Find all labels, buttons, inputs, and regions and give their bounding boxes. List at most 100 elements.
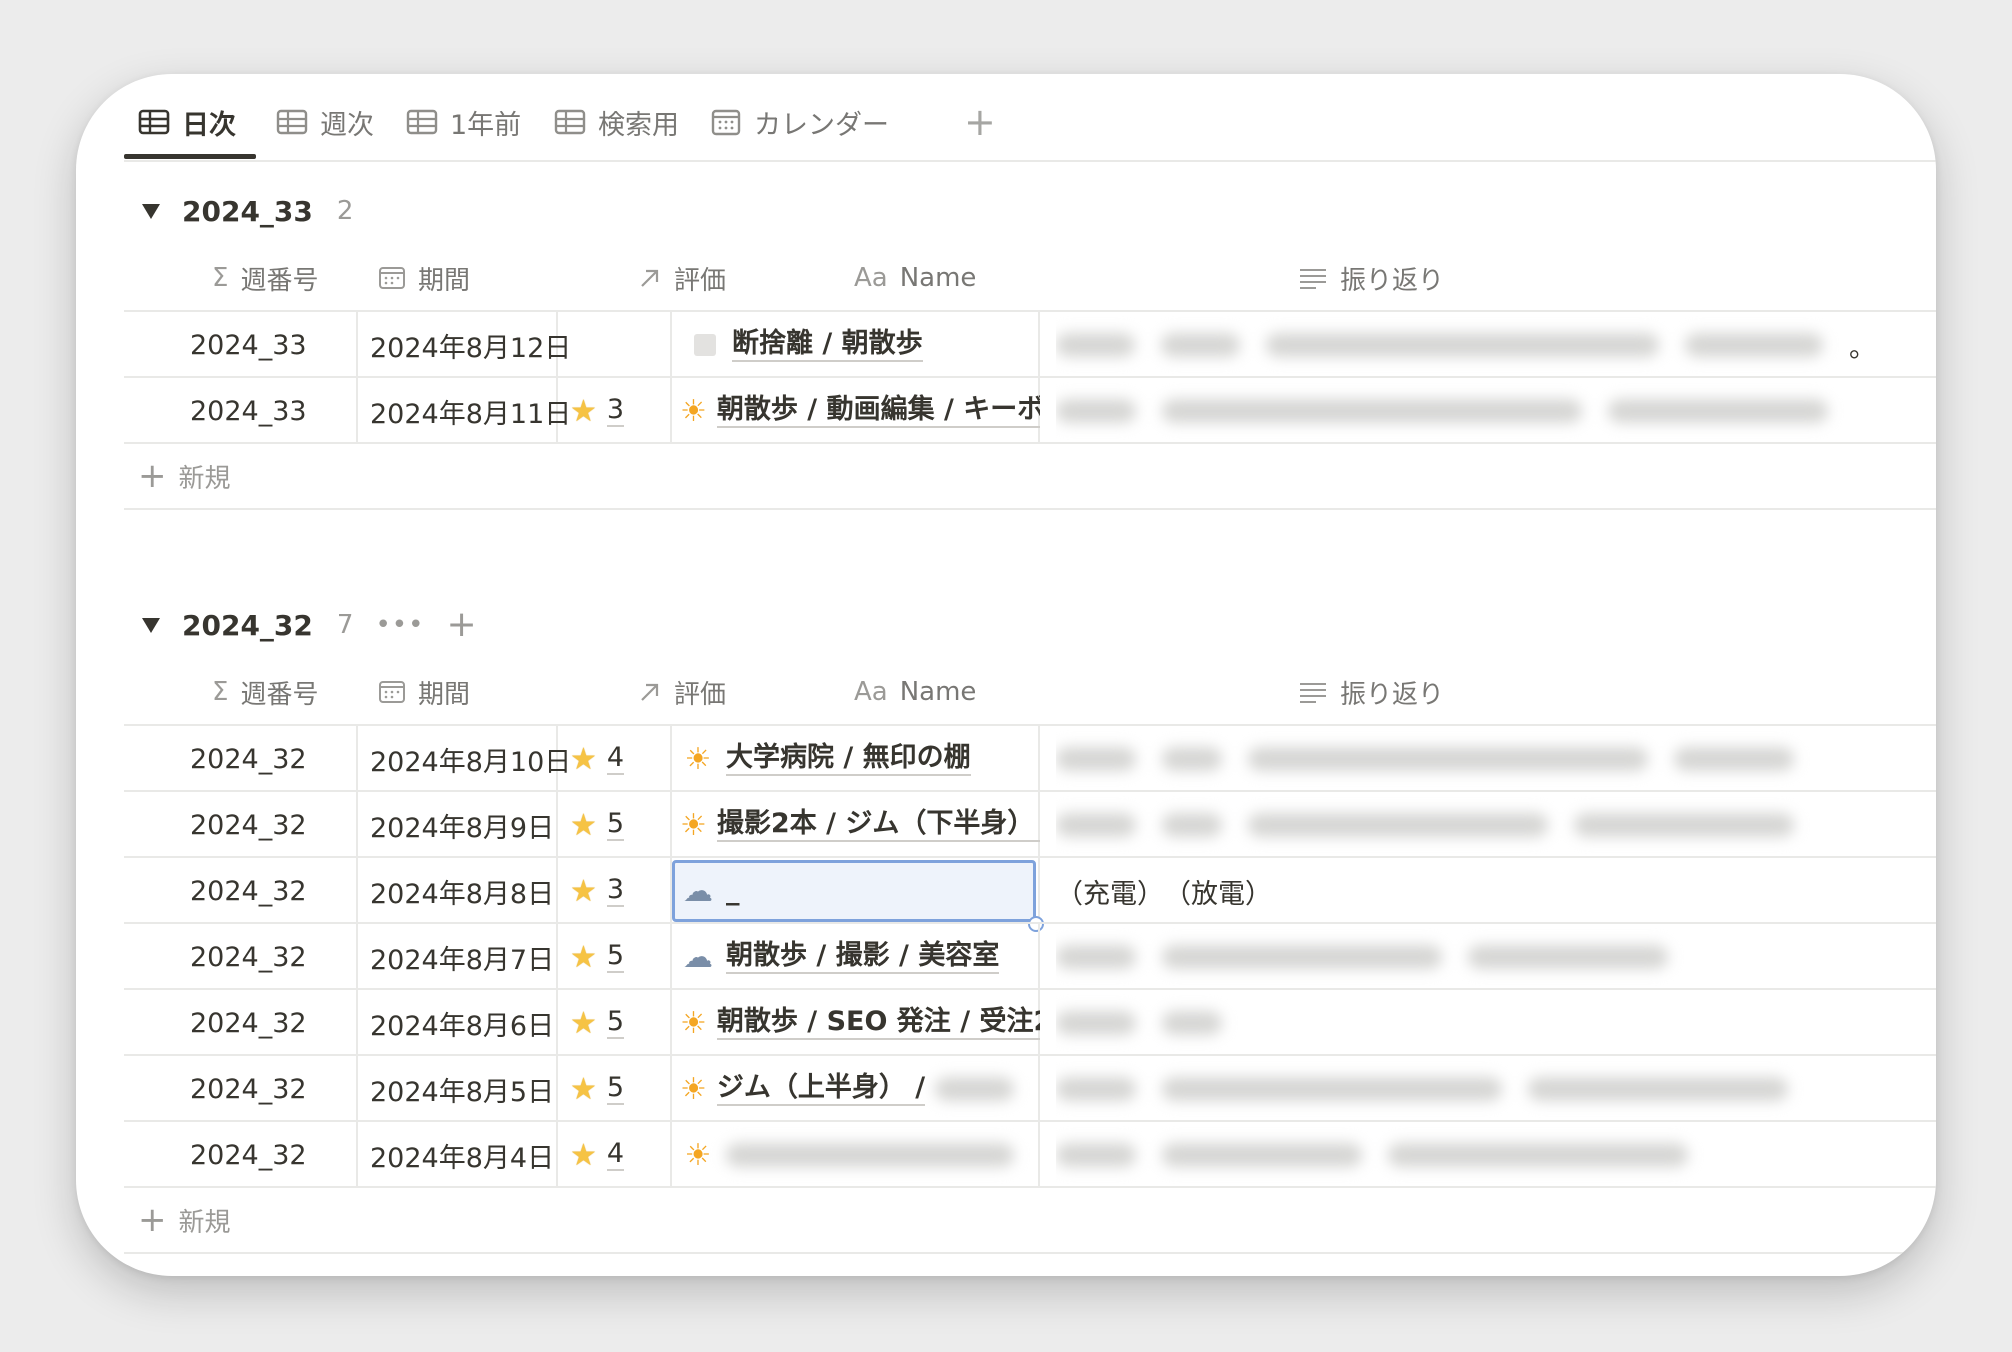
star-icon: ★ <box>570 1005 597 1041</box>
reflection-cell[interactable] <box>1056 1122 1876 1188</box>
column-header-rating[interactable]: 評価 <box>638 660 726 724</box>
new-row-label: 新規 <box>178 463 231 494</box>
week-cell[interactable]: 2024_32 <box>190 792 360 858</box>
tab-label: 週次 <box>320 109 374 141</box>
more-icon[interactable]: ••• <box>375 610 424 640</box>
view-tabs: 日次 週次 1年前 検索用 カレンダー + <box>124 74 1936 162</box>
reflection-cell[interactable]: （充電） （放電） <box>1056 858 1876 924</box>
table-row[interactable]: 2024_32 2024年8月6日 ★5 ☀朝散歩 / SEO 発注 / 受注2… <box>124 988 1936 1056</box>
column-header-name[interactable]: Aa Name <box>854 660 976 724</box>
week-cell[interactable]: 2024_32 <box>190 726 360 792</box>
week-cell[interactable]: 2024_32 <box>190 1056 360 1122</box>
name-cell[interactable]: ☀ 朝散歩 / 動画編集 / キーボード調 <box>680 378 1040 444</box>
star-icon: ★ <box>570 873 597 909</box>
text-aa-icon: Aa <box>854 263 888 293</box>
table-row[interactable]: 2024_33 2024年8月11日 ★3 ☀朝散歩 / 動画編集 / キーボー… <box>124 376 1936 444</box>
tab-one-year-ago[interactable]: 1年前 <box>406 100 521 144</box>
table-row[interactable]: 2024_32 2024年8月8日 ★ 3 ☁ _ （充電） （放電） <box>124 856 1936 932</box>
page-title-link[interactable]: 撮影2本 / ジム（下半身） / <box>716 808 1040 842</box>
name-cell[interactable]: ☁ _ <box>680 858 1020 924</box>
page-icon <box>694 334 716 356</box>
sun-icon: ☀ <box>680 393 707 429</box>
sun-icon: ☀ <box>680 807 707 843</box>
name-cell[interactable]: ☀ ジム（上半身） / <box>680 1056 1040 1122</box>
table-row[interactable]: 2024_32 2024年8月10日 ★ 4 ☀ 大学病院 / 無印の棚 <box>124 724 1936 792</box>
column-header-week[interactable]: Σ 週番号 <box>212 246 318 310</box>
group-header[interactable]: 2024_33 2 <box>142 186 353 236</box>
rating-value: 5 <box>606 808 625 841</box>
group-title: 2024_32 <box>182 608 313 642</box>
column-header-reflection[interactable]: 振り返り <box>1298 660 1444 724</box>
page-title-link[interactable]: 朝散歩 / SEO 発注 / 受注2件 <box>716 1006 1040 1040</box>
week-cell[interactable]: 2024_33 <box>190 378 360 444</box>
column-header-rating[interactable]: 評価 <box>638 246 726 310</box>
reflection-cell[interactable] <box>1056 990 1876 1056</box>
column-header-row: Σ週番号 期間 評価 AaName 振り返り ≡ <box>124 660 1936 724</box>
column-label: 振り返り <box>1340 679 1445 710</box>
name-cell[interactable]: ☀ 朝散歩 / SEO 発注 / 受注2件 <box>680 990 1040 1056</box>
table-icon <box>138 109 170 135</box>
star-icon: ★ <box>570 807 597 843</box>
tab-search[interactable]: 検索用 <box>554 100 679 144</box>
tab-daily[interactable]: 日次 <box>138 100 236 144</box>
tab-calendar[interactable]: カレンダー <box>710 100 889 144</box>
table-row[interactable]: 2024_32 2024年8月9日 ★ 5 ☀ 撮影2本 / ジム（下半身） / <box>124 790 1936 858</box>
reflection-cell[interactable] <box>1056 924 1876 990</box>
sun-icon: ☀ <box>680 1071 707 1107</box>
star-icon: ★ <box>570 1137 597 1173</box>
reflection-cell[interactable] <box>1056 378 1876 444</box>
name-cell[interactable]: ☁ 朝散歩 / 撮影 / 美容室 <box>680 924 1040 990</box>
name-cell[interactable]: ☀ <box>680 1122 1040 1188</box>
sun-icon: ☀ <box>684 741 712 777</box>
name-cell[interactable]: ☀ 大学病院 / 無印の棚 <box>680 726 1040 792</box>
week-cell[interactable]: 2024_32 <box>190 858 360 924</box>
table-row[interactable]: 2024_32 2024年8月4日 ★ 4 ☀ <box>124 1120 1936 1188</box>
tab-weekly[interactable]: 週次 <box>276 100 374 144</box>
page-title-link[interactable]: 朝散歩 / 動画編集 / キーボード調 <box>716 394 1040 428</box>
column-label: 評価 <box>674 679 727 710</box>
page-title-link[interactable]: 朝散歩 / 撮影 / 美容室 <box>726 940 1000 974</box>
add-view-icon[interactable]: + <box>964 100 996 144</box>
week-cell[interactable]: 2024_33 <box>190 312 360 378</box>
table-row[interactable]: 2024_32 2024年8月7日 ★ 5 ☁ 朝散歩 / 撮影 / 美容室 <box>124 922 1936 990</box>
column-header-week[interactable]: Σ 週番号 <box>212 660 318 724</box>
rating-value: 3 <box>606 874 625 907</box>
page-title-link[interactable]: ジム（上半身） / <box>716 1072 926 1106</box>
reflection-cell[interactable] <box>1056 792 1876 858</box>
column-label: 週番号 <box>240 679 319 710</box>
reflection-cell[interactable] <box>1056 726 1876 792</box>
add-icon[interactable]: + <box>446 607 476 643</box>
column-header-reflection[interactable]: 振り返り <box>1298 246 1444 310</box>
reflection-cell[interactable]: 。 <box>1056 312 1876 378</box>
week-cell[interactable]: 2024_32 <box>190 924 360 990</box>
reflection-cell[interactable] <box>1056 1056 1876 1122</box>
column-label: 週番号 <box>240 265 319 296</box>
table-row[interactable]: 2024_33 2024年8月12日 断捨離 / 朝散歩 。 <box>124 310 1936 378</box>
new-row-button[interactable]: + 新規 <box>124 442 1936 510</box>
sun-icon: ☀ <box>680 1005 707 1041</box>
week-cell[interactable]: 2024_32 <box>190 1122 360 1188</box>
caret-down-icon[interactable] <box>142 617 160 633</box>
page-title-link[interactable]: 大学病院 / 無印の棚 <box>726 742 971 776</box>
column-header-name[interactable]: Aa Name <box>854 246 976 310</box>
name-cell[interactable]: ☀ 撮影2本 / ジム（下半身） / <box>680 792 1040 858</box>
group-title: 2024_33 <box>182 194 313 228</box>
group-header[interactable]: 2024_32 7 ••• + <box>142 600 477 650</box>
group-count: 7 <box>336 610 354 640</box>
tab-label: 1年前 <box>450 109 522 141</box>
week-cell[interactable]: 2024_32 <box>190 990 360 1056</box>
column-label: 期間 <box>418 265 471 296</box>
table-row[interactable]: 2024_32 2024年8月5日 ★ 5 ☀ ジム（上半身） / <box>124 1054 1936 1122</box>
new-row-label: 新規 <box>178 1207 231 1238</box>
page-title-link[interactable]: _ <box>726 875 740 907</box>
column-header-period[interactable]: 期間 <box>378 246 470 310</box>
reflection-tail: 。 <box>1849 332 1876 364</box>
page-title-link[interactable]: 断捨離 / 朝散歩 <box>732 328 923 362</box>
calendar-icon <box>711 109 741 136</box>
rating-value: 3 <box>606 394 625 427</box>
new-row-button[interactable]: + 新規 <box>124 1186 1936 1254</box>
table-icon <box>406 109 438 135</box>
column-header-period[interactable]: 期間 <box>378 660 470 724</box>
column-label: 期間 <box>418 679 471 710</box>
caret-down-icon[interactable] <box>142 203 160 219</box>
